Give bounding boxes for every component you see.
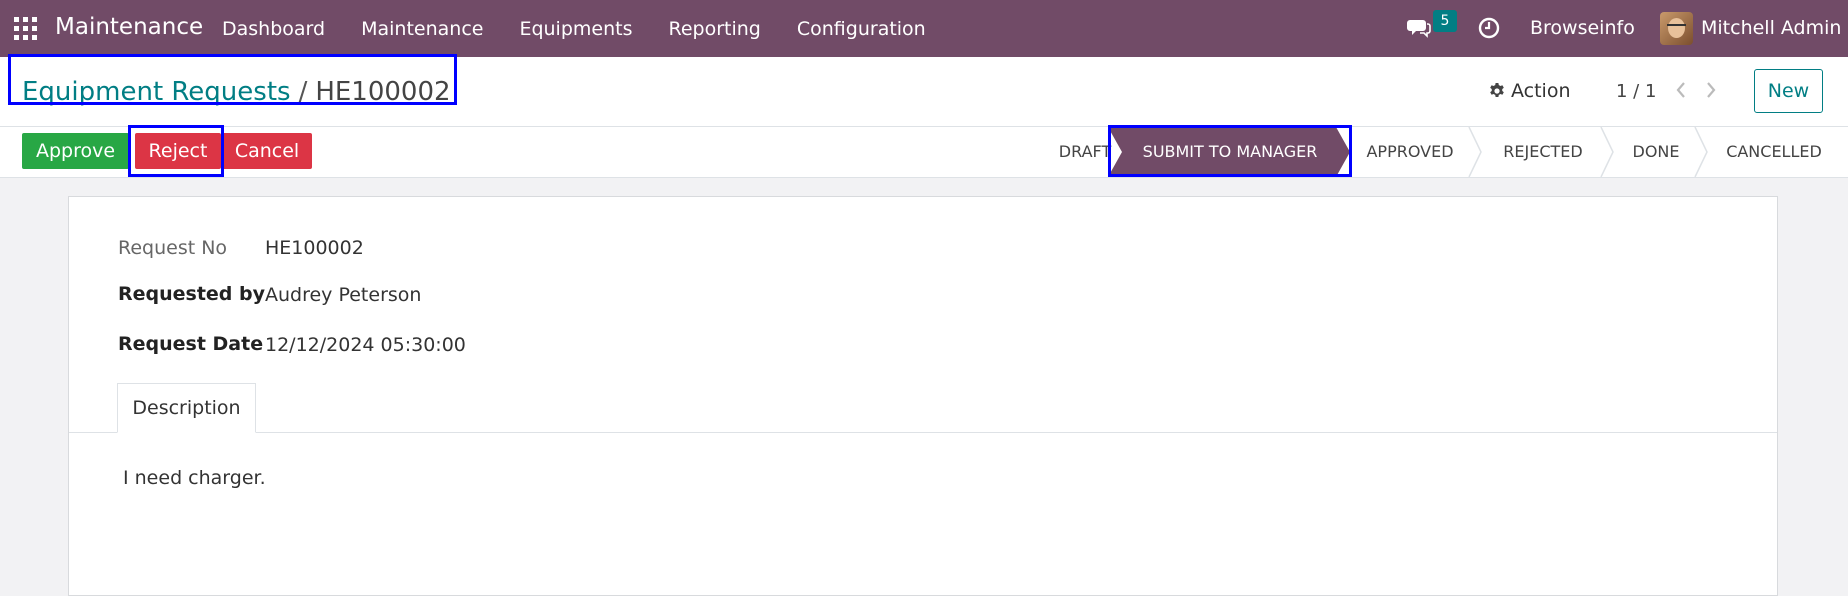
menu-equipments[interactable]: Equipments <box>519 18 632 40</box>
stage-approved[interactable]: APPROVED <box>1352 127 1468 177</box>
chevron-left-icon[interactable] <box>1673 80 1689 100</box>
top-navbar: Maintenance Dashboard Maintenance Equipm… <box>0 0 1848 57</box>
request-date-label: Request Date <box>118 333 264 355</box>
form-sheet: Request No HE100002 Requested by Audrey … <box>68 196 1778 596</box>
breadcrumb-parent-link[interactable]: Equipment Requests <box>22 77 291 107</box>
approve-button[interactable]: Approve <box>22 133 129 169</box>
stage-divider <box>1468 127 1482 177</box>
tab-description[interactable]: Description <box>117 383 256 433</box>
stage-done[interactable]: DONE <box>1618 127 1694 177</box>
apps-menu-icon[interactable] <box>14 17 37 40</box>
action-label: Action <box>1511 80 1571 102</box>
user-menu[interactable]: Mitchell Admin <box>1701 17 1841 39</box>
main-menu: Dashboard Maintenance Equipments Reporti… <box>222 0 962 57</box>
clock-icon[interactable] <box>1478 17 1500 39</box>
chat-icon[interactable] <box>1407 18 1431 38</box>
menu-configuration[interactable]: Configuration <box>797 18 926 40</box>
stage-divider <box>1694 127 1708 177</box>
stage-divider <box>1600 127 1614 177</box>
cancel-button[interactable]: Cancel <box>222 133 312 169</box>
request-no-value: HE100002 <box>265 237 364 259</box>
control-panel: Equipment Requests / HE100002 Action 1 / 1… <box>0 54 1848 127</box>
chevron-right-icon[interactable] <box>1703 80 1719 100</box>
app-brand[interactable]: Maintenance <box>55 14 203 40</box>
stage-rejected[interactable]: REJECTED <box>1484 127 1602 177</box>
chat-count-badge: 5 <box>1433 10 1457 32</box>
description-field[interactable]: I need charger. <box>123 467 266 489</box>
stage-cancelled[interactable]: CANCELLED <box>1718 127 1830 177</box>
action-menu-button[interactable]: Action <box>1488 80 1571 102</box>
menu-dashboard[interactable]: Dashboard <box>222 18 325 40</box>
breadcrumb-separator: / <box>298 77 308 107</box>
stage-submit-to-manager[interactable]: SUBMIT TO MANAGER <box>1122 127 1338 177</box>
menu-maintenance[interactable]: Maintenance <box>361 18 483 40</box>
gear-icon <box>1490 83 1504 97</box>
request-date-field[interactable]: 12/12/2024 05:30:00 <box>265 334 466 356</box>
requested-by-label: Requested by <box>118 283 266 305</box>
company-switcher[interactable]: Browseinfo <box>1530 17 1635 39</box>
requested-by-field[interactable]: Audrey Peterson <box>265 284 421 306</box>
menu-reporting[interactable]: Reporting <box>669 18 761 40</box>
pager-value[interactable]: 1 / 1 <box>1616 81 1656 102</box>
reject-button[interactable]: Reject <box>135 133 221 169</box>
breadcrumb: Equipment Requests / HE100002 <box>22 77 451 107</box>
breadcrumb-current: HE100002 <box>315 77 451 107</box>
status-bar: Approve Reject Cancel DRAFT SUBMIT TO MA… <box>0 125 1848 178</box>
new-button[interactable]: New <box>1754 69 1823 113</box>
avatar[interactable] <box>1660 12 1693 45</box>
tab-strip <box>69 432 1777 433</box>
request-no-label: Request No <box>118 237 228 259</box>
